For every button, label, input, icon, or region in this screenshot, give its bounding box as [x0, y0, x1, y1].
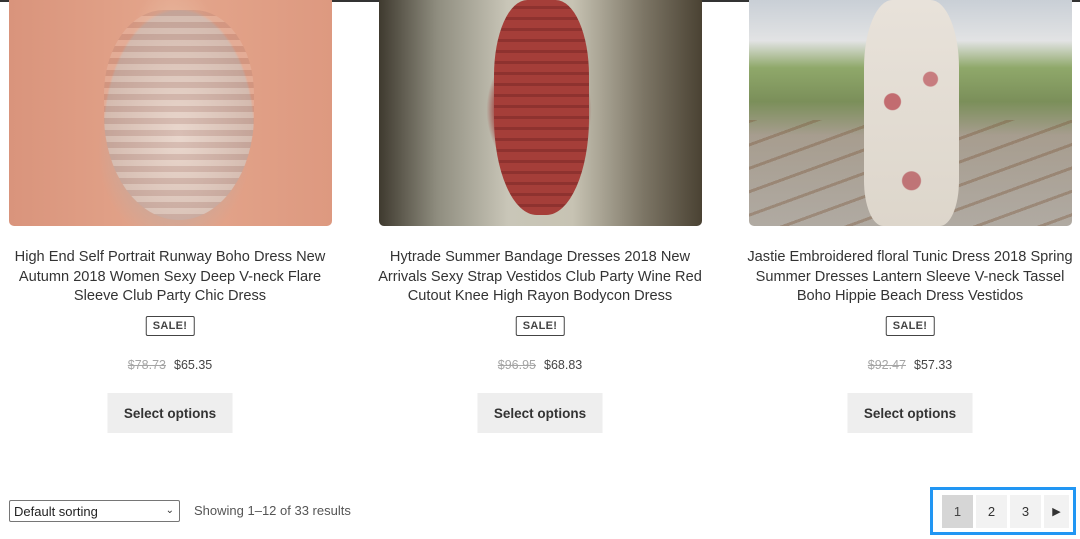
sale-price: $65.35	[174, 358, 213, 372]
select-options-button[interactable]: Select options	[847, 393, 973, 433]
product-image[interactable]	[379, 0, 702, 226]
original-price: $92.47	[867, 358, 906, 372]
product-image[interactable]	[749, 0, 1072, 226]
sorting-selected-value: Default sorting	[14, 503, 98, 519]
product-price: $96.95 $68.83	[375, 358, 705, 372]
next-page-link[interactable]: ▶	[1044, 494, 1069, 528]
product-image[interactable]	[9, 0, 332, 226]
product-title[interactable]: Jastie Embroidered floral Tunic Dress 20…	[745, 248, 1075, 307]
result-count: Showing 1–12 of 33 results	[194, 503, 351, 518]
original-price: $78.73	[127, 358, 166, 372]
sorting-select[interactable]: Default sorting ⌄	[9, 500, 180, 522]
chevron-down-icon: ⌄	[165, 505, 174, 516]
select-options-button[interactable]: Select options	[107, 393, 233, 433]
sale-badge: SALE!	[145, 316, 195, 336]
select-options-button[interactable]: Select options	[477, 393, 603, 433]
next-arrow-icon: ▶	[1052, 505, 1061, 518]
product-price: $78.73 $65.35	[5, 358, 335, 372]
sale-price: $57.33	[914, 358, 953, 372]
sale-price: $68.83	[544, 358, 583, 372]
product-price: $92.47 $57.33	[745, 358, 1075, 372]
page-3-link[interactable]: 3	[1010, 494, 1041, 528]
product-title[interactable]: Hytrade Summer Bandage Dresses 2018 New …	[375, 248, 705, 307]
product-title[interactable]: High End Self Portrait Runway Boho Dress…	[5, 248, 335, 307]
sale-badge: SALE!	[515, 316, 565, 336]
page-2-link[interactable]: 2	[976, 494, 1007, 528]
page-1-current: 1	[942, 494, 973, 528]
sale-badge: SALE!	[885, 316, 935, 336]
original-price: $96.95	[497, 358, 536, 372]
pagination: 1 2 3 ▶	[930, 487, 1076, 535]
